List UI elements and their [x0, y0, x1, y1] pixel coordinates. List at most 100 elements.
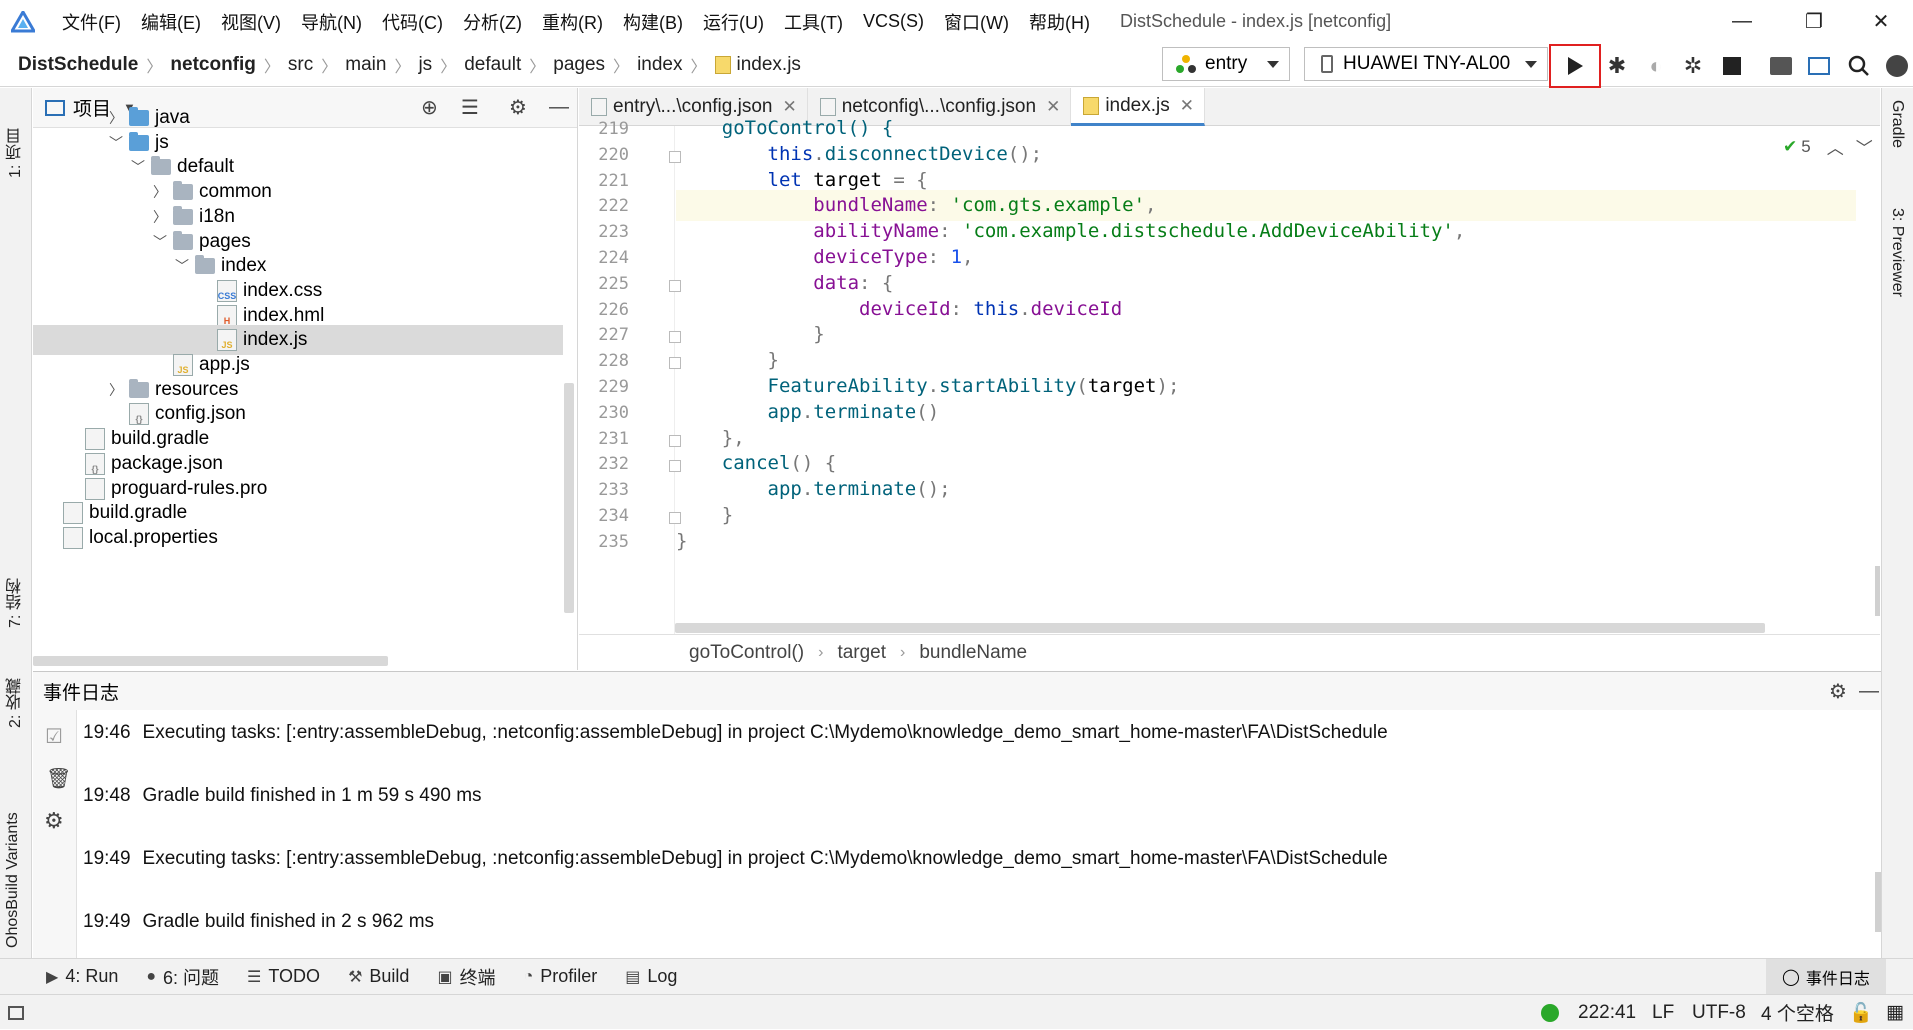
bottom-tool-problems[interactable]: ● 6: 问题 [146, 964, 219, 990]
profile-button[interactable]: ✲ [1679, 52, 1707, 80]
device-dropdown[interactable]: HUAWEI TNY-AL00 [1304, 47, 1548, 81]
chevron-right-icon[interactable]: 〉 [153, 207, 167, 227]
account-button[interactable] [1883, 52, 1911, 80]
breadcrumb-item[interactable]: main [345, 54, 386, 76]
breadcrumb-item[interactable]: index [637, 54, 682, 76]
mark-read-icon[interactable]: ☑ [45, 724, 63, 749]
chevron-right-icon[interactable]: 〉 [109, 380, 123, 400]
trash-icon[interactable]: 🗑 [46, 766, 71, 791]
bottom-tool-run[interactable]: ▶ 4: Run [46, 966, 118, 987]
search-button[interactable] [1845, 52, 1873, 80]
bottom-tool-log[interactable]: ▤ Log [625, 966, 677, 987]
code-breadcrumb-item[interactable]: target [837, 642, 886, 664]
code-token: ); [1156, 375, 1180, 397]
hide-panel-icon[interactable]: — [1859, 680, 1879, 703]
chevron-right-icon: › [900, 643, 906, 661]
debug-button[interactable]: ✱ [1603, 52, 1631, 80]
line-number: 222 [598, 196, 629, 217]
run-config-dropdown[interactable]: entry [1162, 47, 1290, 81]
chevron-right-icon[interactable]: 〉 [153, 182, 167, 202]
menu-item[interactable]: 窗口(W) [934, 0, 1019, 43]
tree-item-label: js [155, 131, 169, 153]
menu-item[interactable]: 工具(T) [774, 0, 853, 43]
folder-icon [151, 156, 171, 176]
code-breadcrumb-item[interactable]: goToControl() [689, 642, 804, 664]
breadcrumb-item[interactable]: netconfig [170, 54, 256, 76]
chevron-down-icon[interactable]: ﹀ [153, 232, 167, 252]
code-area[interactable]: goToControl() { this.disconnectDevice();… [676, 117, 1880, 634]
tool-window-previewer[interactable]: 3: Previewer [1888, 208, 1906, 358]
menu-item[interactable]: 代码(C) [372, 0, 453, 43]
chevron-right-icon[interactable]: 〉 [109, 108, 123, 128]
tool-window-gradle[interactable]: Gradle [1888, 100, 1906, 170]
line-separator[interactable]: LF [1652, 995, 1674, 1030]
chevron-down-icon[interactable]: ﹀ [175, 256, 189, 276]
chevron-right-icon: 〉 [146, 58, 163, 76]
menu-item[interactable]: 分析(Z) [453, 0, 532, 43]
device-manager-button[interactable] [1805, 52, 1833, 80]
gear-icon[interactable]: ⚙ [1829, 679, 1847, 704]
code-token: (); [916, 478, 951, 501]
menu-item[interactable]: 构建(B) [613, 0, 693, 43]
menu-item[interactable]: 导航(N) [291, 0, 372, 43]
bottom-tool-profiler[interactable]: ◔ Profiler [524, 966, 598, 987]
minimize-button[interactable]: — [1710, 0, 1774, 43]
project-structure-button[interactable] [1767, 52, 1795, 80]
event-log-scrollbar[interactable] [1875, 872, 1881, 932]
attach-debugger-button[interactable]: ◐ [1642, 52, 1670, 80]
breadcrumb-item[interactable]: js [418, 54, 432, 76]
tool-window-structure[interactable]: 7: 结构 [4, 548, 28, 628]
breadcrumb-item[interactable]: src [288, 54, 313, 76]
maximize-button[interactable]: ❐ [1782, 0, 1846, 43]
memory-icon[interactable]: ▦ [1886, 995, 1904, 1030]
close-window-button[interactable]: ✕ [1849, 0, 1913, 43]
tree-item[interactable]: local.properties [33, 523, 563, 553]
menu-item[interactable]: 文件(F) [52, 0, 131, 43]
log-time: 19:49 [83, 911, 131, 932]
tree-scrollbar[interactable] [564, 383, 574, 613]
editor-hscrollbar[interactable] [675, 623, 1765, 633]
breadcrumb-item[interactable]: default [464, 54, 521, 76]
bottom-tool-build[interactable]: ⚒ Build [348, 966, 409, 987]
breadcrumb-item[interactable]: pages [553, 54, 605, 76]
line-number: 234 [598, 506, 629, 526]
chevron-up-icon[interactable]: ︿ [1827, 134, 1844, 159]
gradle-icon [63, 502, 83, 525]
code-token: 1 [950, 246, 963, 268]
chevron-down-icon[interactable]: ﹀ [131, 157, 145, 177]
tool-window-project[interactable]: 1: 项目 [4, 98, 28, 178]
menu-item[interactable]: 重构(R) [532, 0, 613, 43]
window-title: DistSchedule - index.js [netconfig] [1119, 11, 1392, 31]
stop-icon [1723, 57, 1741, 75]
menu-item[interactable]: 帮助(H) [1019, 0, 1100, 43]
bottom-tool-todo[interactable]: ☰ TODO [247, 966, 320, 987]
tool-window-favorites[interactable]: 2: 收藏 [4, 648, 28, 728]
menu-item[interactable]: 编辑(E) [131, 0, 211, 43]
run-button[interactable] [1549, 44, 1601, 88]
code-breadcrumb-item[interactable]: bundleName [919, 642, 1027, 664]
event-log-toggle[interactable]: ◯ 事件日志 [1766, 959, 1886, 995]
event-log-toolbar: ☑ 🗑 ⚙ [33, 710, 77, 959]
inspection-widget[interactable]: ✔ 5 ︿ ﹀ [1783, 134, 1873, 159]
menu-item[interactable]: VCS(S) [853, 0, 934, 43]
indent-setting[interactable]: 4 个空格 [1761, 995, 1834, 1030]
status-toggle-icon[interactable] [8, 995, 24, 1030]
caret-position[interactable]: 222:41 [1578, 995, 1636, 1030]
lock-icon[interactable]: 🔓 [1849, 995, 1873, 1030]
breadcrumb-item[interactable]: DistSchedule [18, 54, 138, 76]
stop-button[interactable] [1718, 52, 1746, 80]
tool-window-build-variants[interactable]: OhosBuild Variants [4, 768, 22, 948]
editor-vscrollbar[interactable] [1875, 566, 1880, 616]
chevron-down-icon[interactable]: ﹀ [1856, 134, 1873, 159]
chevron-down-icon[interactable]: ﹀ [109, 133, 123, 153]
code-token: startAbility [939, 375, 1077, 397]
bottom-tool-terminal[interactable]: ▣ 终端 [437, 964, 495, 990]
tree-hscrollbar[interactable] [33, 656, 388, 666]
breadcrumb-item[interactable]: index.js [714, 54, 801, 76]
tree-item-label: resources [155, 378, 239, 400]
chevron-right-icon: 〉 [613, 58, 630, 76]
settings-icon[interactable]: ⚙ [44, 808, 64, 834]
file-encoding[interactable]: UTF-8 [1692, 995, 1746, 1030]
menu-item[interactable]: 视图(V) [211, 0, 291, 43]
menu-item[interactable]: 运行(U) [693, 0, 774, 43]
